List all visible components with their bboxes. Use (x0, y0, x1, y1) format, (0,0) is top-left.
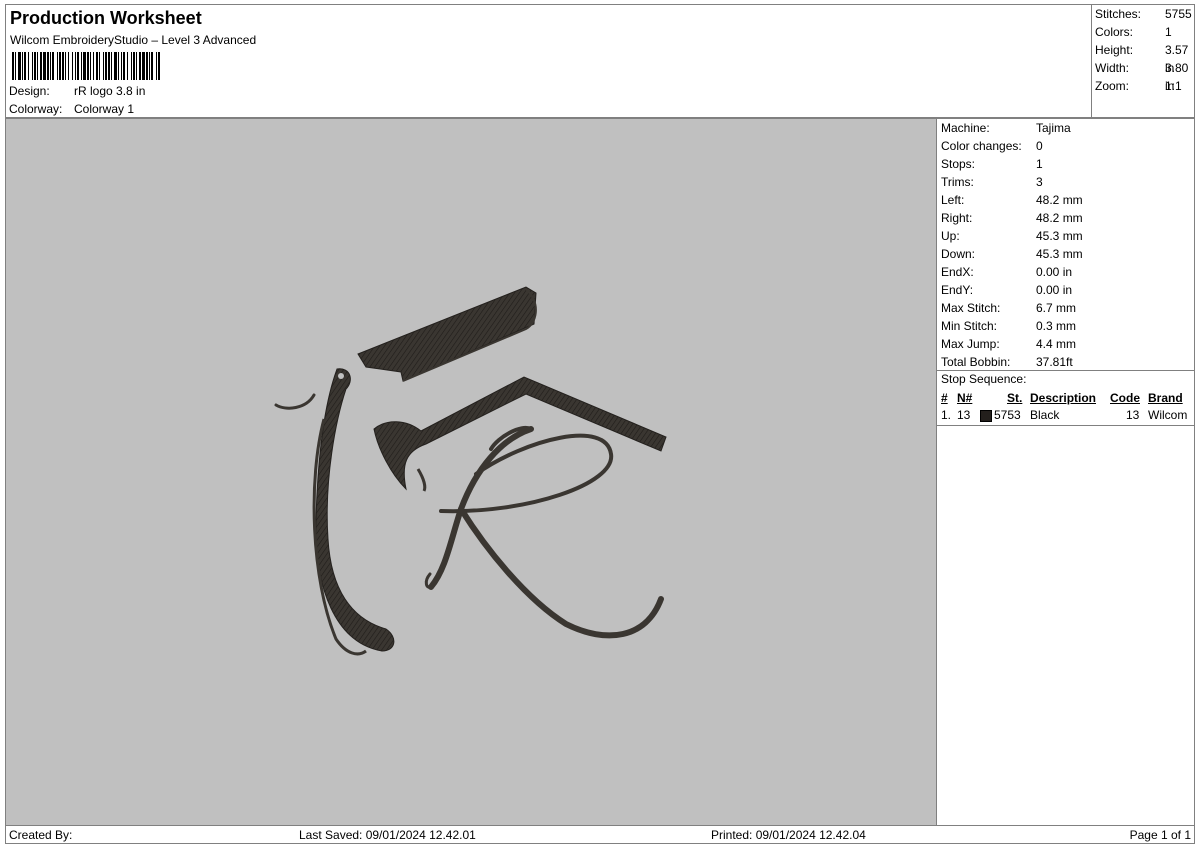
summary-label: Height: (1095, 43, 1134, 57)
column-header-code: Code (1110, 391, 1140, 405)
summary-row-height: Height: 3.57 in (1095, 41, 1195, 75)
param-row: Color changes: 0 (941, 137, 1191, 155)
param-value: 0 (1036, 139, 1043, 153)
param-row: Total Bobbin: 37.81ft (941, 353, 1191, 371)
param-label: Up: (941, 229, 960, 243)
column-header-stitches: St. (1007, 391, 1023, 405)
barcode (12, 52, 240, 80)
param-value: 6.7 mm (1036, 301, 1077, 315)
summary-row-width: Width: 3.80 in (1095, 59, 1195, 93)
param-label: Down: (941, 247, 976, 261)
stop-brand: Wilcom (1148, 408, 1188, 422)
summary-row-stitches: Stitches: 5755 (1095, 5, 1195, 23)
summary-label: Colors: (1095, 25, 1134, 39)
param-row: Up: 45.3 mm (941, 227, 1191, 245)
summary-row-zoom: Zoom: 1:1 (1095, 77, 1195, 95)
param-label: Left: (941, 193, 965, 207)
param-label: Max Jump: (941, 337, 1000, 351)
footer: Created By: Last Saved: 09/01/2024 12.42… (5, 825, 1195, 844)
software-name: Wilcom EmbroideryStudio – Level 3 Advanc… (10, 33, 257, 47)
param-label: Min Stitch: (941, 319, 998, 333)
param-label: EndX: (941, 265, 974, 279)
embroidery-design (274, 286, 667, 656)
letter-r-shape (424, 425, 664, 639)
param-value: 0.00 in (1036, 265, 1073, 279)
param-value: Tajima (1036, 121, 1071, 135)
divider (937, 425, 1194, 426)
param-label: Right: (941, 211, 973, 225)
razor-shape (274, 368, 395, 656)
param-label: Total Bobbin: (941, 355, 1011, 369)
column-header-brand: Brand (1148, 391, 1183, 405)
summary-value: 1:1 (1165, 79, 1182, 93)
colorway-label: Colorway: (9, 102, 63, 116)
param-label: Max Stitch: (941, 301, 1001, 315)
comb-shape (357, 286, 537, 382)
summary-panel: Stitches: 5755 Colors: 1 Height: 3.57 in… (1091, 4, 1195, 118)
stop-description: Black (1030, 408, 1060, 422)
param-value: 45.3 mm (1036, 247, 1083, 261)
param-row: Left: 48.2 mm (941, 191, 1191, 209)
header-panel: Production Worksheet Wilcom EmbroiderySt… (5, 4, 1092, 118)
barcode-bar (160, 52, 161, 80)
stop-stitches: 5753 (994, 408, 1021, 422)
divider (937, 370, 1194, 371)
param-value: 3 (1036, 175, 1043, 189)
param-value: 0.3 mm (1036, 319, 1077, 333)
created-by: Created By: (9, 828, 73, 842)
param-label: Color changes: (941, 139, 1022, 153)
param-row: EndX: 0.00 in (941, 263, 1191, 281)
design-value: rR logo 3.8 in (74, 84, 146, 98)
param-value: 4.4 mm (1036, 337, 1077, 351)
column-header-description: Description (1030, 391, 1097, 405)
stop-code: 13 (1126, 408, 1140, 422)
summary-value: 5755 (1165, 7, 1192, 21)
param-value: 48.2 mm (1036, 211, 1083, 225)
stop-sequence-title: Stop Sequence: (941, 372, 1027, 386)
summary-row-colors: Colors: 1 (1095, 23, 1195, 41)
param-row: Stops: 1 (941, 155, 1191, 173)
page-number: Page 1 of 1 (1129, 828, 1191, 842)
param-row: Trims: 3 (941, 173, 1191, 191)
last-saved: Last Saved: 09/01/2024 12.42.01 (299, 828, 476, 842)
parameters-panel: Machine: Tajima Color changes: 0 Stops: 1 T… (936, 118, 1195, 826)
param-row: Min Stitch: 0.3 mm (941, 317, 1191, 335)
colorway-value: Colorway 1 (74, 102, 135, 116)
param-value: 1 (1036, 157, 1043, 171)
summary-label: Width: (1095, 61, 1130, 75)
summary-value: 1 (1165, 25, 1172, 39)
param-label: Stops: (941, 157, 976, 171)
param-value: 37.81ft (1036, 355, 1073, 369)
param-row: EndY: 0.00 in (941, 281, 1191, 299)
stop-index: 1. (941, 408, 952, 422)
param-value: 0.00 in (1036, 283, 1073, 297)
summary-label: Zoom: (1095, 79, 1130, 93)
param-value: 48.2 mm (1036, 193, 1083, 207)
param-row: Right: 48.2 mm (941, 209, 1191, 227)
param-row: Max Stitch: 6.7 mm (941, 299, 1191, 317)
design-preview (5, 118, 937, 826)
column-header-index: # (941, 391, 948, 405)
printed-date: Printed: 09/01/2024 12.42.04 (711, 828, 866, 842)
param-label: Machine: (941, 121, 990, 135)
param-label: EndY: (941, 283, 974, 297)
stop-needle: 13 (957, 408, 971, 422)
param-row: Machine: Tajima (941, 119, 1191, 137)
param-row: Down: 45.3 mm (941, 245, 1191, 263)
param-row: Max Jump: 4.4 mm (941, 335, 1191, 353)
page-title: Production Worksheet (10, 8, 202, 28)
summary-label: Stitches: (1095, 7, 1142, 21)
color-swatch (980, 410, 992, 422)
param-value: 45.3 mm (1036, 229, 1083, 243)
param-label: Trims: (941, 175, 974, 189)
column-header-needle: N# (957, 391, 973, 405)
design-label: Design: (9, 84, 50, 98)
